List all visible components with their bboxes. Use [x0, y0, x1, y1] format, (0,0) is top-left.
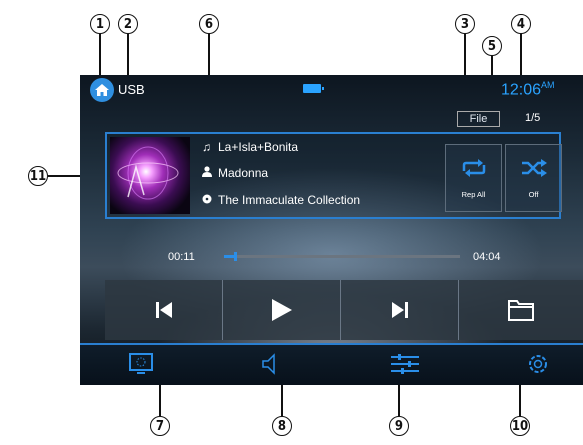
- callout-9: 9: [389, 416, 409, 436]
- clock-ampm: AM: [541, 80, 555, 90]
- settings-icon: [529, 355, 547, 373]
- progress-knob[interactable]: [234, 252, 237, 261]
- repeat-icon: [462, 159, 485, 177]
- shuffle-label: Off: [528, 190, 539, 199]
- play-icon: [271, 299, 292, 321]
- repeat-label: Rep All: [461, 190, 486, 199]
- volume-button[interactable]: [260, 352, 280, 381]
- repeat-button[interactable]: Rep All: [445, 144, 502, 212]
- equalizer-icon: [391, 354, 419, 374]
- home-button[interactable]: [90, 78, 114, 102]
- callout-7: 7: [150, 416, 170, 436]
- artist-name: Madonna: [218, 166, 269, 180]
- shuffle-button[interactable]: Off: [505, 144, 562, 212]
- now-playing-card: ♫ La+Isla+Bonita Madonna The Immaculate C…: [105, 132, 562, 219]
- artist-icon: [202, 166, 218, 180]
- elapsed-time: 00:11: [168, 251, 195, 263]
- clock-time: 12:06: [501, 81, 542, 99]
- display-button[interactable]: [128, 352, 154, 381]
- previous-button[interactable]: [105, 280, 223, 340]
- file-button[interactable]: File: [457, 111, 500, 127]
- callout-5: 5: [482, 36, 502, 56]
- callout-1: 1: [90, 14, 110, 34]
- battery-icon: [303, 84, 324, 93]
- track-counter: 1/5: [525, 112, 541, 124]
- folder-icon: [508, 300, 534, 321]
- clock: 12:06AM: [501, 80, 555, 99]
- settings-button[interactable]: [526, 352, 550, 381]
- artist-row: Madonna: [202, 166, 268, 180]
- album-row: The Immaculate Collection: [202, 193, 360, 207]
- song-title: La+Isla+Bonita: [218, 140, 299, 154]
- album-art-graphic: [117, 146, 179, 200]
- bottom-menu-bar: [80, 343, 583, 385]
- callout-4: 4: [511, 14, 531, 34]
- folder-button[interactable]: [459, 280, 583, 340]
- top-bar: USB 12:06AM: [80, 75, 583, 105]
- music-note-icon: ♫: [202, 140, 211, 154]
- callout-11: 11: [28, 166, 48, 186]
- head-unit-screen: USB 12:06AM File 1/5 ♫ La+Isla+Bonita Mad…: [80, 75, 583, 385]
- album-art[interactable]: [110, 137, 190, 214]
- callout-3: 3: [455, 14, 475, 34]
- song-title-row: ♫ La+Isla+Bonita: [202, 140, 298, 154]
- source-label: USB: [118, 82, 145, 97]
- play-button[interactable]: [223, 280, 341, 340]
- shuffle-icon: [521, 159, 547, 177]
- album-name: The Immaculate Collection: [218, 193, 361, 207]
- disc-icon: [202, 193, 218, 207]
- progress-bar[interactable]: [224, 252, 460, 261]
- callout-2: 2: [118, 14, 138, 34]
- callout-6: 6: [199, 14, 219, 34]
- callout-8: 8: [272, 416, 292, 436]
- next-button[interactable]: [341, 280, 459, 340]
- callout-10: 10: [510, 416, 530, 436]
- display-icon: [129, 353, 153, 374]
- previous-track-icon: [155, 302, 172, 318]
- transport-controls: [105, 280, 583, 340]
- home-icon: [95, 84, 109, 96]
- equalizer-button[interactable]: [390, 352, 420, 381]
- volume-icon: [262, 353, 275, 375]
- next-track-icon: [391, 302, 408, 318]
- total-time: 04:04: [473, 251, 501, 263]
